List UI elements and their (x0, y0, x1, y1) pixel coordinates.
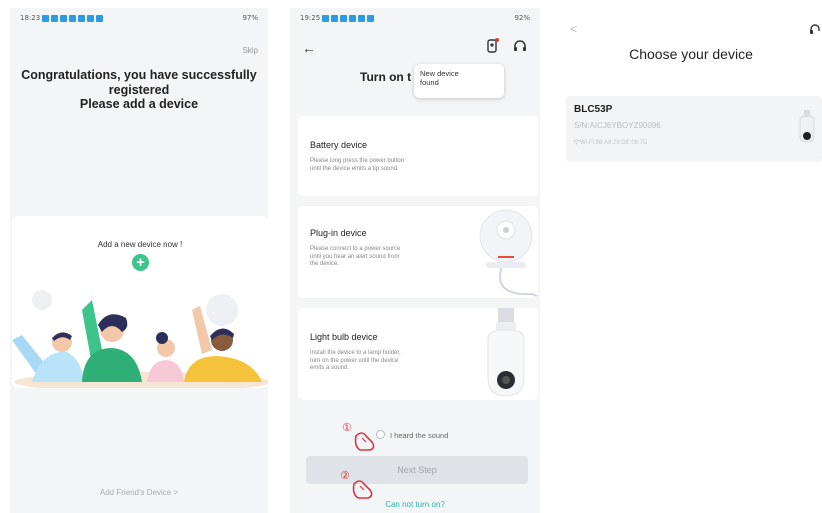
step-1-marker: ① (342, 421, 352, 434)
device-desc-line: Please connect to a power source (310, 246, 401, 252)
device-card-plugin[interactable]: Plug-in device Please connect to a power… (298, 206, 538, 298)
device-name: Battery device (310, 140, 368, 150)
device-name: Plug-in device (310, 228, 367, 238)
screen-turn-on-device: 19:25 92% ← Turn on t New device found B… (290, 8, 540, 513)
status-bar: 19:25 92% (300, 14, 530, 26)
add-friends-device-link[interactable]: Add Friend's Device > (10, 488, 268, 497)
device-desc: Please connect to a power source until y… (310, 246, 450, 269)
device-desc-line: Please long press the power button (310, 158, 405, 164)
cannot-turn-on-link[interactable]: Can not turn on? (290, 500, 540, 509)
device-desc: Please long press the power button until… (310, 158, 450, 173)
status-time: 19:25 (300, 14, 321, 22)
step-2-marker: ② (340, 469, 350, 482)
device-desc-line: turn on the power until the device (310, 357, 399, 364)
add-device-label: Add a new device now ! (97, 240, 183, 249)
congrats-line-1: Congratulations, you have successfully (21, 68, 257, 82)
page-title: Turn on t (360, 70, 412, 84)
tooltip-line-1: New device (420, 69, 459, 78)
device-desc: Install the device to a lamp holder, tur… (310, 350, 450, 373)
device-card-lightbulb[interactable]: Light bulb device Install the device to … (298, 308, 538, 400)
status-bar: 18:23 97% (20, 14, 258, 26)
battery-level: 92% (514, 14, 530, 22)
tooltip-line-2: found (420, 78, 439, 87)
notification-icons (322, 15, 374, 22)
new-device-tooltip[interactable]: New device found (414, 64, 504, 98)
back-arrow-icon[interactable]: ← (302, 40, 316, 56)
congrats-heading: Congratulations, you have successfully r… (18, 68, 260, 112)
back-arrow-icon[interactable]: < (570, 22, 577, 36)
screen-add-device: 18:23 97% Skip Congratulations, you have… (10, 8, 268, 513)
hand-tap-icon: ② (340, 469, 373, 499)
device-desc-line: Install the device to a lamp holder, (310, 350, 401, 356)
camera-icon (799, 110, 815, 143)
add-device-card[interactable]: Add a new device now ! + (12, 216, 268, 388)
device-desc-line: the device. (310, 261, 340, 267)
headset-icon[interactable] (808, 22, 822, 36)
device-model: BLC53P (574, 104, 613, 115)
device-desc-line: until you hear an alert sound from (310, 253, 400, 260)
device-desc-line: until the device emits a tip sound. (310, 165, 399, 172)
wifi-icon (573, 139, 580, 145)
device-card-battery[interactable]: Battery device Please long press the pow… (298, 116, 538, 196)
headset-icon[interactable] (512, 38, 528, 54)
page-title: Choose your device (629, 46, 753, 62)
device-name: Light bulb device (310, 332, 378, 342)
device-wifi: Wi-Fi:98:A8:29:DE:06:7D (580, 140, 648, 146)
battery-level: 97% (242, 14, 258, 22)
device-list-item[interactable]: BLC53P S/N:AICJ6YBOYZ90096 Wi-Fi:98:A8:2… (566, 96, 822, 162)
people-illustration (12, 290, 268, 388)
congrats-line-2: registered (108, 82, 170, 97)
bulb-camera-icon (487, 308, 525, 397)
heard-sound-label[interactable]: I heard the sound (390, 431, 448, 440)
skip-button[interactable]: Skip (242, 46, 258, 55)
heard-sound-checkbox[interactable] (376, 430, 385, 439)
plugin-camera-icon (479, 209, 538, 298)
plus-icon[interactable]: + (132, 254, 149, 271)
screen-choose-device: < Choose your device BLC53P S/N:AICJ6YBO… (560, 8, 822, 513)
scan-device-icon[interactable] (484, 38, 500, 54)
status-time: 18:23 (20, 14, 41, 22)
device-serial: S/N:AICJ6YBOYZ90096 (574, 121, 661, 130)
notification-icons (42, 15, 103, 22)
device-desc-line: emits a sound. (310, 365, 350, 371)
congrats-line-3: Please add a device (79, 97, 199, 111)
